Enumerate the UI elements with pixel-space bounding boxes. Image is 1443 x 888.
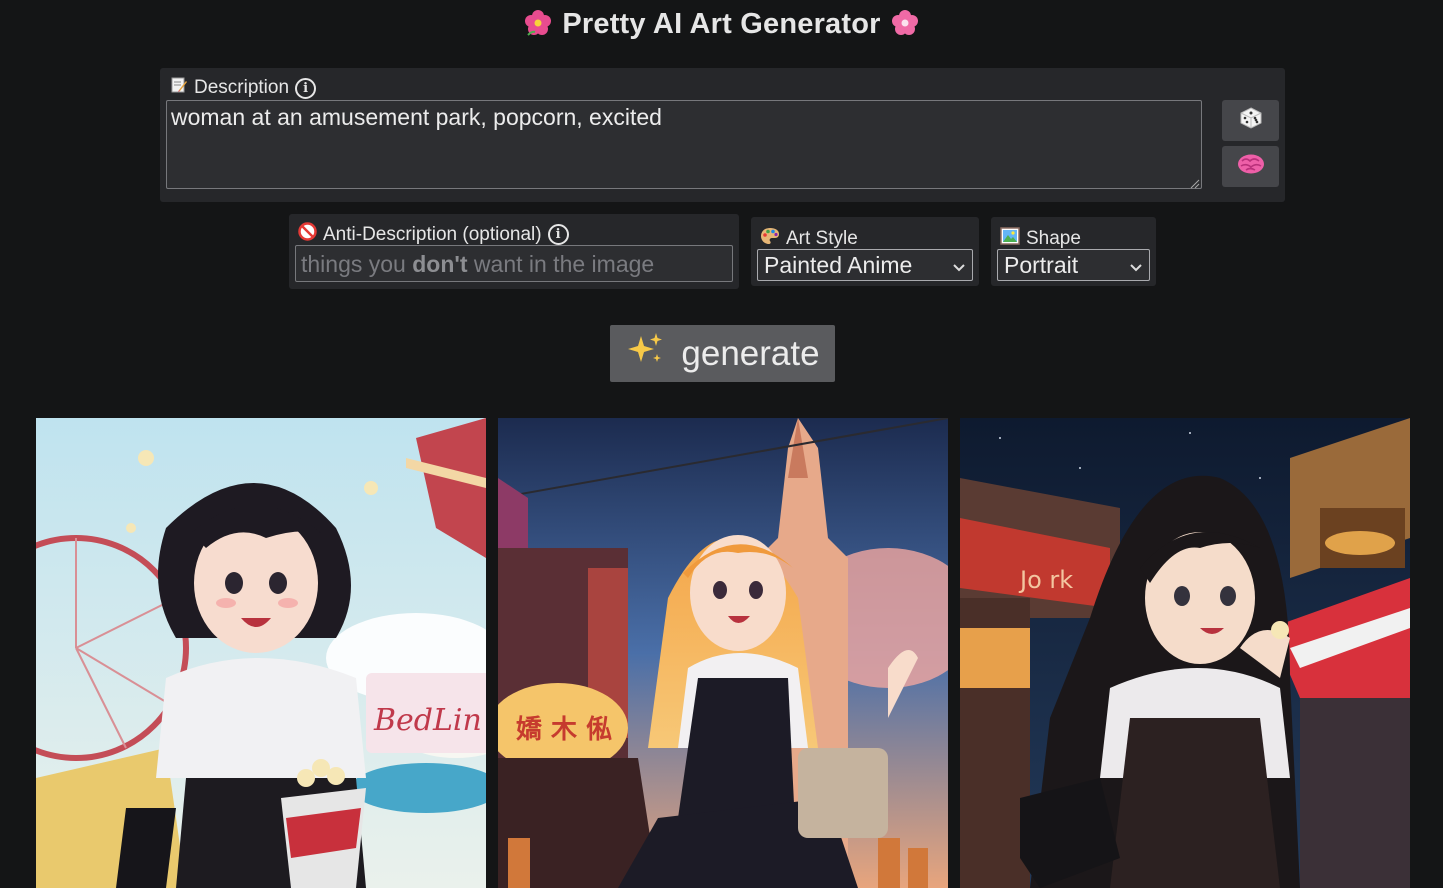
shape-value: Portrait <box>1004 251 1079 278</box>
page-title-text: Pretty AI Art Generator <box>562 8 881 40</box>
palette-icon <box>760 227 780 251</box>
art-style-panel: Art Style Painted Anime <box>751 217 979 286</box>
generated-image-2: 嬌 木 俬 <box>498 418 948 888</box>
svg-text:Jo rk: Jo rk <box>1018 566 1073 594</box>
anti-description-panel: Anti-Description (optional) i things you… <box>289 214 739 289</box>
shape-label-text: Shape <box>1026 228 1081 249</box>
no-entry-icon <box>298 222 317 247</box>
chevron-down-icon <box>1129 252 1143 279</box>
generated-image-3: Jo rk <box>960 418 1410 888</box>
chevron-down-icon <box>952 252 966 279</box>
page-title: Pretty AI Art Generator <box>0 8 1443 45</box>
anti-description-input[interactable] <box>295 245 733 282</box>
art-style-value: Painted Anime <box>764 251 913 278</box>
shape-panel: Shape Portrait <box>991 217 1156 286</box>
result-image-2[interactable]: 嬌 木 俬 <box>498 418 948 888</box>
description-panel: Description i woman at an amusement park… <box>160 68 1285 202</box>
generate-button[interactable]: generate <box>610 325 835 382</box>
description-label-text: Description <box>194 77 290 98</box>
anti-description-label-text: Anti-Description (optional) <box>323 223 542 245</box>
brain-icon <box>1237 153 1265 180</box>
random-prompt-button[interactable] <box>1222 100 1279 141</box>
flower-icon <box>891 9 919 45</box>
generate-label: generate <box>681 333 820 373</box>
sparkles-icon <box>625 330 665 377</box>
info-icon[interactable]: i <box>547 224 569 245</box>
picture-icon <box>1000 227 1020 251</box>
svg-text:BedLin: BedLin <box>373 703 482 738</box>
enhance-prompt-button[interactable] <box>1222 146 1279 187</box>
resize-handle-icon[interactable] <box>1190 179 1200 189</box>
result-image-1[interactable]: BedLin <box>36 418 486 888</box>
shape-select[interactable]: Portrait <box>997 249 1150 281</box>
anti-description-label: Anti-Description (optional) i <box>298 222 569 247</box>
info-icon[interactable]: i <box>295 77 317 99</box>
flower-icon <box>524 9 552 45</box>
description-input[interactable]: woman at an amusement park, popcorn, exc… <box>166 100 1202 189</box>
svg-text:嬌 木 俬: 嬌 木 俬 <box>516 714 612 745</box>
art-style-label: Art Style <box>760 227 858 251</box>
generated-image-1: BedLin <box>36 418 486 888</box>
art-style-label-text: Art Style <box>786 228 858 249</box>
memo-icon <box>170 76 188 100</box>
dice-icon <box>1239 106 1263 135</box>
art-style-select[interactable]: Painted Anime <box>757 249 973 281</box>
shape-label: Shape <box>1000 227 1081 251</box>
result-image-3[interactable]: Jo rk <box>960 418 1410 888</box>
description-label: Description i <box>170 76 317 100</box>
